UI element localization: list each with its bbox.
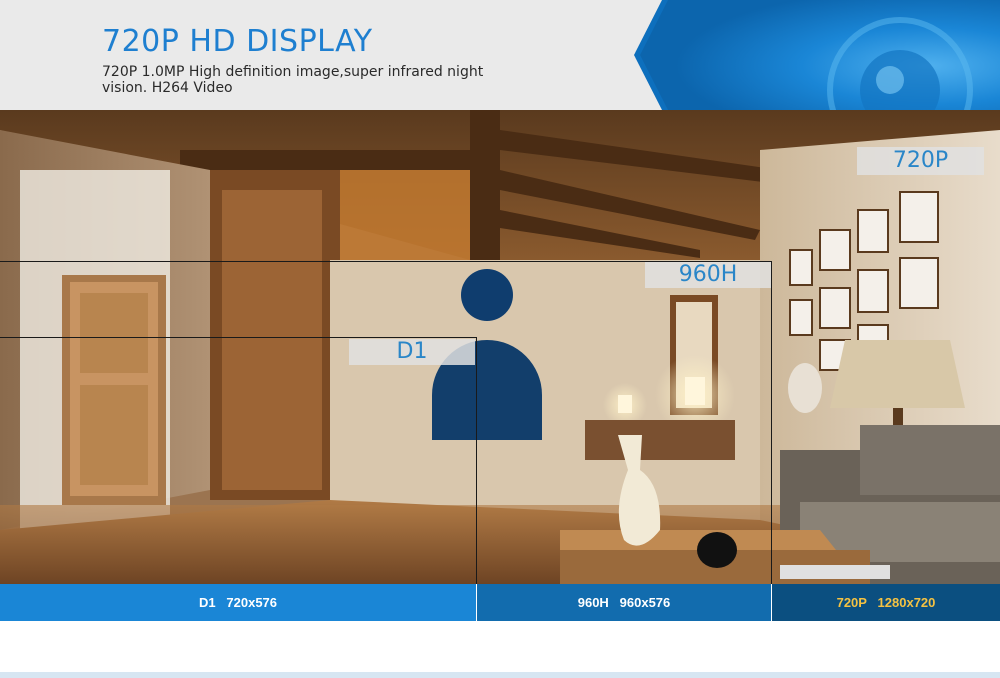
d1-frame-right [476,337,477,584]
resolution-tag-720p: 720P [857,147,984,175]
d1-frame-top [0,337,477,338]
bar-960h-label: 960H 960x576 [577,595,671,610]
bottom-divider [0,672,1000,678]
room-photo: 720P 960H D1 [0,110,1000,584]
bar-720p-label: 720P 1280x720 [836,595,936,610]
resolution-tag-d1: D1 [349,339,475,365]
bar-720p: 720P 1280x720 [772,584,1000,621]
960h-frame-right [771,261,772,584]
bar-960h: 960H 960x576 [477,584,771,621]
bar-d1: D1 720x576 [0,584,476,621]
header-banner: 720P HD DISPLAY 720P 1.0MP High definiti… [0,0,1000,110]
bar-d1-label: D1 720x576 [198,595,278,610]
page-subtitle: 720P 1.0MP High definition image,super i… [102,64,484,96]
page-title: 720P HD DISPLAY [102,24,373,59]
resolution-tag-960h: 960H [645,262,771,288]
